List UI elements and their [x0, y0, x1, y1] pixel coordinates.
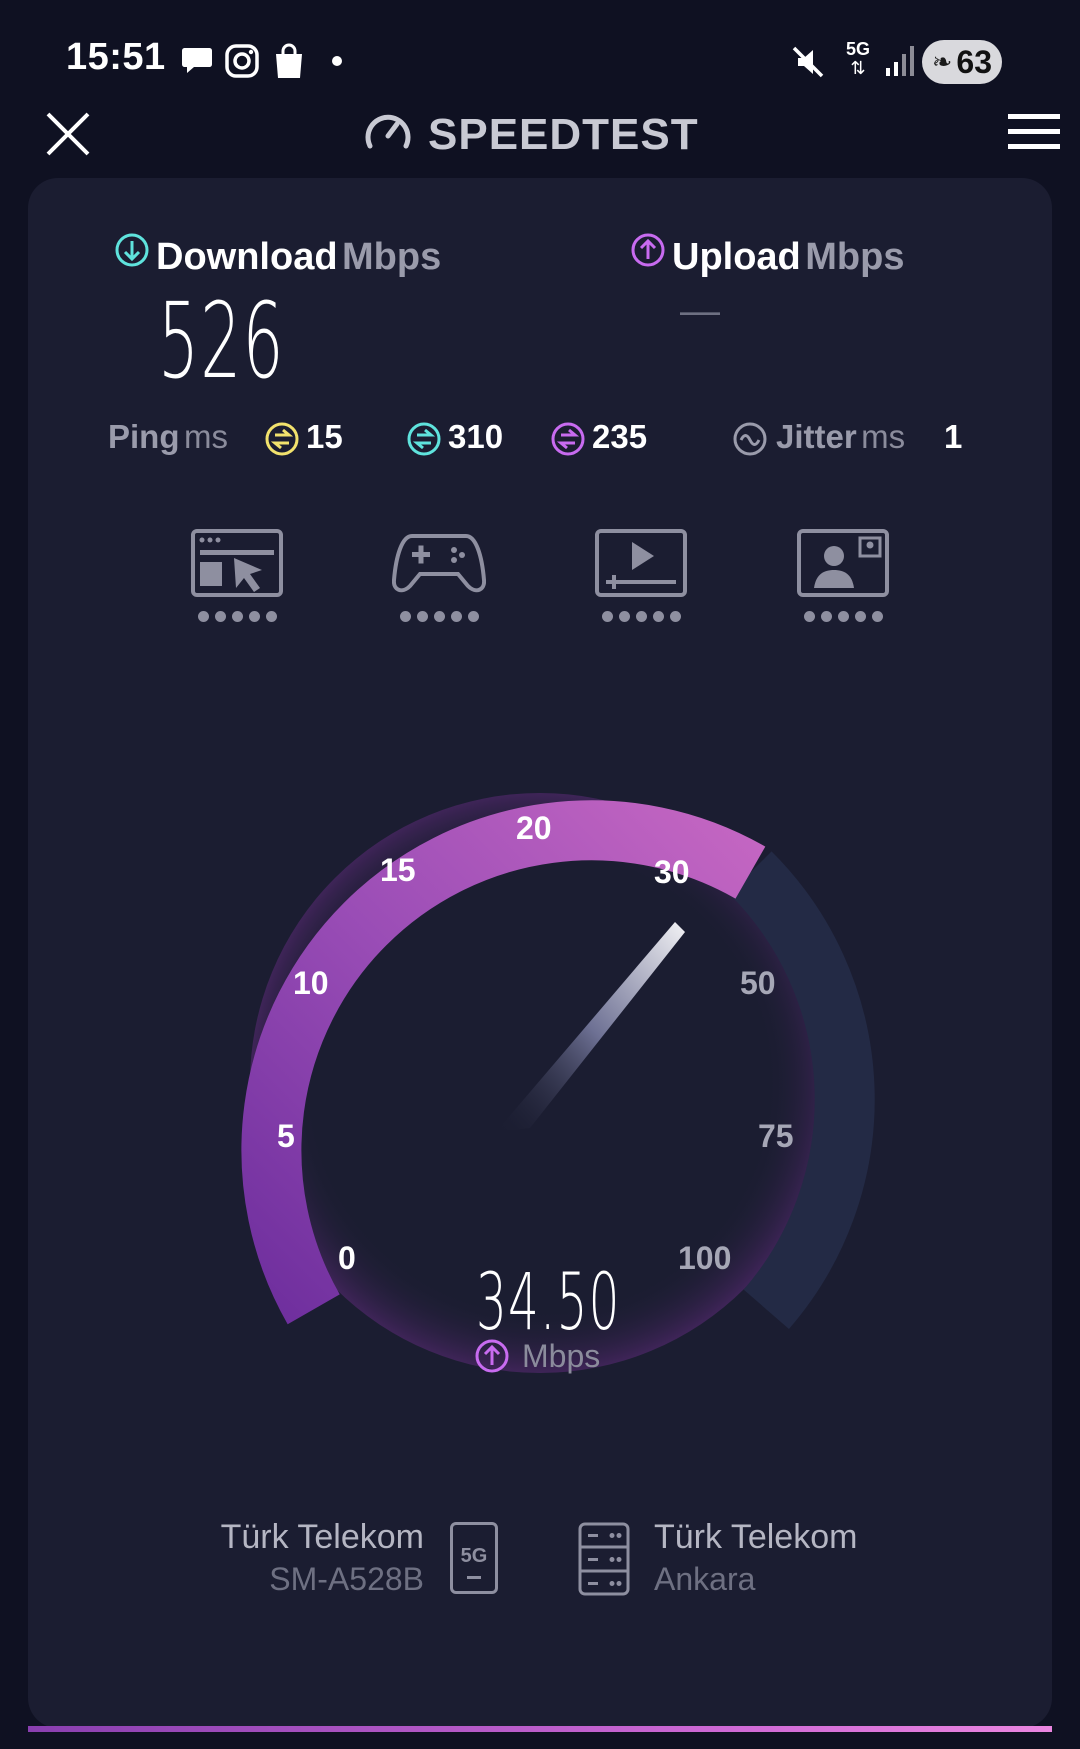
gauge-tick-30: 30	[654, 854, 690, 890]
provider-info[interactable]: Türk Telekom SM-A528B	[160, 1518, 424, 1598]
gauge-tick-100: 100	[678, 1240, 732, 1276]
gauge-tick-5: 5	[277, 1118, 295, 1154]
gauge-unit: Mbps	[522, 1338, 601, 1374]
server-location: Ankara	[654, 1561, 756, 1597]
test-progress-bar	[28, 1726, 1052, 1732]
provider-name: Türk Telekom	[220, 1518, 424, 1556]
5g-phone-icon: 5G	[450, 1522, 498, 1594]
gauge-tick-10: 10	[293, 965, 329, 1001]
server-icon	[578, 1522, 630, 1596]
server-info[interactable]: Türk Telekom Ankara	[654, 1518, 857, 1598]
gauge-tick-15: 15	[380, 852, 416, 888]
gauge-value: 34.50	[476, 1258, 621, 1348]
gauge-tick-50: 50	[740, 965, 776, 1001]
provider-device: SM-A528B	[269, 1561, 424, 1597]
gauge-tick-0: 0	[338, 1240, 356, 1276]
speed-gauge	[241, 793, 875, 1373]
gauge-tick-75: 75	[758, 1118, 794, 1154]
gauge-tick-20: 20	[516, 810, 552, 846]
connection-badge: 5G	[460, 1545, 488, 1567]
gauge-upload-icon	[475, 1339, 509, 1373]
server-name: Türk Telekom	[654, 1518, 858, 1556]
